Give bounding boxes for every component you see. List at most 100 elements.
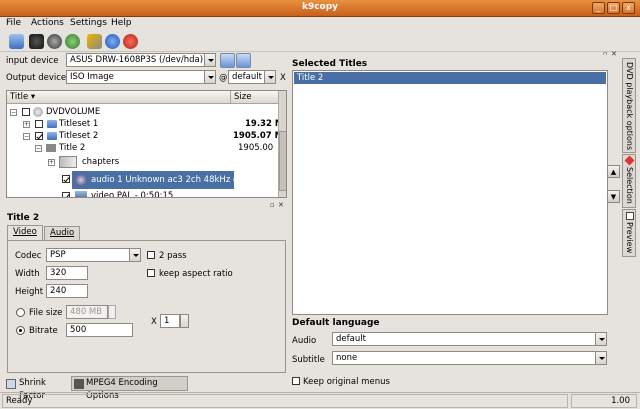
width-field[interactable]: 320 [46,266,88,280]
close-button[interactable]: x [622,2,635,14]
dock-close-icon[interactable]: ✕ [278,201,284,209]
collapse-icon[interactable]: − [10,109,17,116]
speed-select[interactable]: default [228,70,276,84]
play-icon[interactable] [47,34,62,49]
menu-actions[interactable]: Actions [31,18,64,28]
tab-mpeg4-options[interactable]: MPEG4 Encoding Options [71,376,188,401]
height-field[interactable]: 240 [46,284,88,298]
subtitle-language-select[interactable]: none [332,351,607,365]
video-icon [75,191,87,197]
tree-row-label: video PAL - 0:50:15 [91,191,174,198]
tab-shrink-factor[interactable]: Shrink Factor [5,377,70,401]
copy-icon[interactable] [29,34,44,49]
selection-icon [624,155,635,166]
tree-row[interactable]: + Titleset 1 19.32 M [9,118,283,130]
tab-preview-label: Preview [625,222,634,254]
keep-aspect-checkbox[interactable] [147,269,155,277]
tree-row[interactable]: + chapters [9,156,279,168]
scrollbar-thumb[interactable] [279,131,286,191]
audio-language-select[interactable]: default [332,332,607,346]
output-device-select[interactable]: ISO Image [66,70,216,84]
column-size[interactable]: Size [231,91,279,104]
file-size-radio[interactable] [16,308,25,317]
menu-file[interactable]: File [6,18,21,28]
expand-icon[interactable]: + [23,121,30,128]
minimize-button[interactable]: _ [592,2,605,14]
title-tree[interactable]: Title ▾ Size − DVDVOLUME + Titleset 1 19… [6,90,287,198]
checkbox[interactable] [35,132,43,140]
default-language-heading: Default language [292,318,380,328]
move-up-icon[interactable]: ▲ [607,165,620,178]
codec-value: PSP [50,250,66,260]
tree-row-label: chapters [82,157,120,167]
dock-close-icon[interactable]: ✕ [611,50,617,58]
tab-preview[interactable]: Preview [622,209,636,257]
dvd-icon [33,107,43,117]
selected-titles-list[interactable]: Title 2 [292,70,608,315]
checkbox[interactable] [62,175,70,183]
bitrate-radio[interactable] [16,326,25,335]
dock-float-icon[interactable]: ▫ [270,201,275,209]
move-down-icon[interactable]: ▼ [607,190,620,203]
file-size-stepper[interactable] [108,305,116,319]
settings-icon[interactable] [87,34,102,49]
tree-row[interactable]: − Title 2 1905.00 [9,142,279,154]
input-open-icon[interactable] [220,53,235,68]
keep-menus-label: Keep original menus [303,377,390,387]
open-icon[interactable] [9,34,24,49]
mpeg4-icon [74,379,84,389]
tree-row[interactable]: − Titleset 2 1905.07 M [9,130,283,142]
input-device-value: ASUS DRW-1608P3S (/dev/hda) [70,55,204,65]
tree-scrollbar[interactable] [278,91,286,197]
chevron-down-icon [595,333,606,345]
multiplier-label: X [151,317,157,327]
bitrate-label: Bitrate [29,326,58,336]
encoding-panel: Title 2 Video Audio Codec PSP 2 pass Wid… [3,210,288,375]
selected-titles-heading: Selected Titles [292,59,368,69]
window-title: k9copy [301,2,339,12]
menu-help[interactable]: Help [111,18,132,28]
collapse-icon[interactable]: − [35,145,42,152]
tree-row-size: 1905.07 M [233,131,284,141]
tab-selection-label: Selection [625,167,634,204]
tab-video[interactable]: Video [7,225,43,240]
file-size-field[interactable]: 480 MB [66,305,108,319]
input-device-select[interactable]: ASUS DRW-1608P3S (/dev/hda) [66,53,216,67]
multiplier-stepper[interactable] [180,314,189,328]
tree-row[interactable]: − DVDVOLUME [9,106,269,118]
menu-settings[interactable]: Settings [70,18,107,28]
tree-row-label: audio 1 Unknown ac3 2ch 48kHz drc [91,175,247,185]
codec-label: Codec [15,251,42,261]
tab-audio[interactable]: Audio [44,226,81,240]
burn-icon[interactable] [65,34,80,49]
refresh-icon[interactable] [105,34,120,49]
maximize-button[interactable]: □ [607,2,620,14]
tab-dvd-playback[interactable]: DVD playback options [622,58,636,153]
video-settings-box: Codec PSP 2 pass Width 320 keep aspect r… [7,240,286,373]
input-device-label: input device [6,56,59,66]
expand-icon[interactable]: + [48,159,55,166]
keep-menus-checkbox[interactable] [292,377,300,385]
folder-icon [47,120,57,128]
subtitle-language-label: Subtitle [292,355,325,365]
checkbox[interactable] [22,108,30,116]
tab-audio-label: Audio [50,228,75,238]
codec-select[interactable]: PSP [46,248,141,262]
chevron-down-icon [204,54,215,66]
checkbox[interactable] [62,192,70,197]
checkbox[interactable] [35,120,43,128]
preview-icon [626,212,634,220]
column-title[interactable]: Title ▾ [7,91,231,104]
bitrate-field[interactable]: 500 [66,323,133,337]
status-text: Ready [2,394,568,408]
two-pass-checkbox[interactable] [147,251,155,259]
tab-selection[interactable]: Selection [622,154,636,208]
list-item[interactable]: Title 2 [294,72,606,84]
multiplier-field[interactable]: 1 [160,314,180,328]
collapse-icon[interactable]: − [23,133,30,140]
tree-row[interactable]: video PAL - 0:50:15 [9,190,279,198]
quit-icon[interactable] [123,34,138,49]
status-value: 1.00 [571,394,637,408]
input-eject-icon[interactable] [236,53,251,68]
tree-row[interactable]: audio 1 Unknown ac3 2ch 48kHz drc [9,171,279,189]
